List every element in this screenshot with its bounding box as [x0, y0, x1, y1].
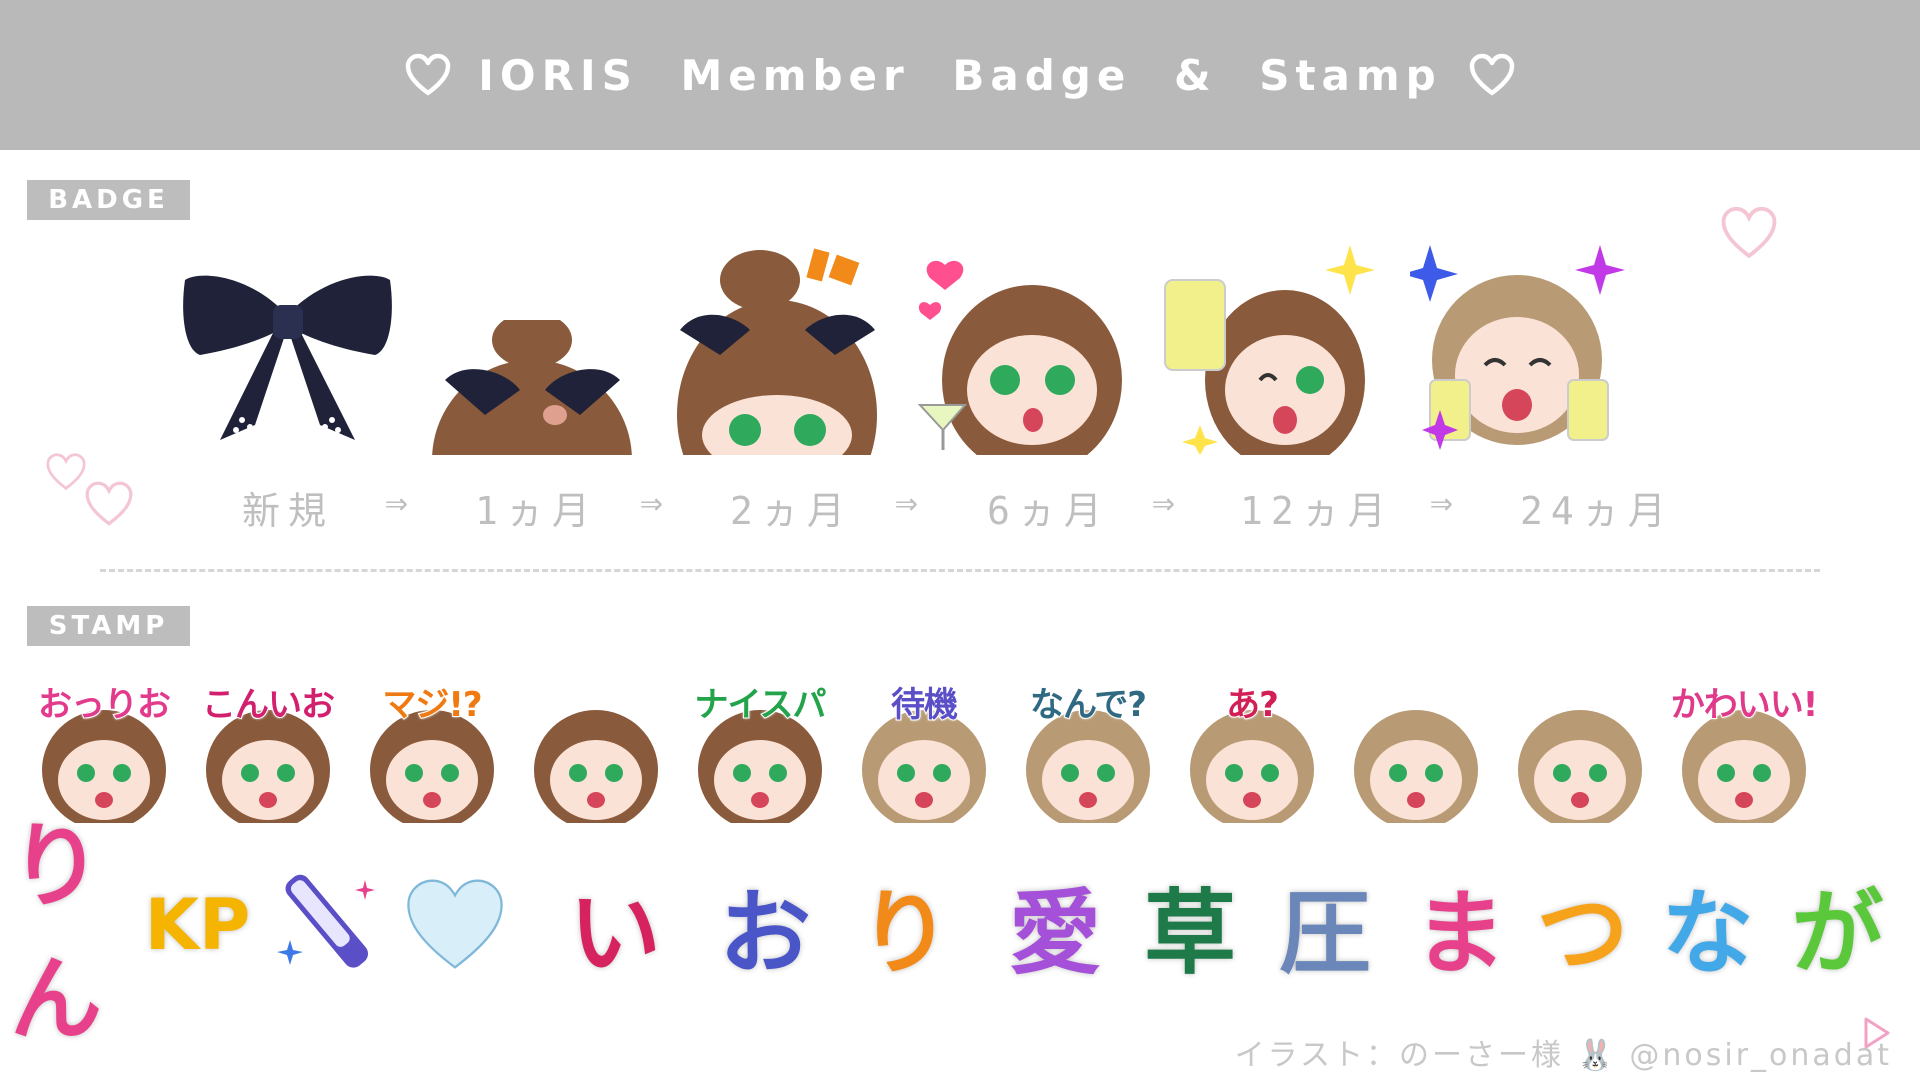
stamp-8: あ? [1178, 675, 1326, 823]
emote-text: 愛 [1006, 877, 1103, 989]
arrow-icon: ⇒ [1430, 480, 1461, 524]
emote-2: KP [135, 860, 260, 990]
stamp-6: 待機 [850, 675, 998, 823]
emote-11: ま [1405, 860, 1515, 990]
emote-13: な [1650, 860, 1765, 990]
badge-peek-2 [670, 240, 885, 455]
stamp-row: おっりお こんいお マジ!? ナイスパ 待機 なんで? あ? かわいい! [30, 675, 1900, 825]
penlight-icon [277, 874, 375, 968]
stamp-11: かわいい! [1670, 675, 1818, 823]
stamp-caption: おっりお [37, 684, 172, 726]
play-icon [1864, 1017, 1890, 1049]
emote-10: 圧 [1270, 860, 1380, 990]
badge-section-label: BADGE [27, 180, 190, 220]
emote-4 [400, 860, 510, 990]
emote-text: KP [142, 882, 253, 969]
stamp-caption: ナイスパ [694, 684, 828, 726]
deco-heart-icon [1721, 206, 1777, 259]
month-label: 1ヵ月 [475, 489, 598, 533]
month-label: 24ヵ月 [1520, 489, 1674, 533]
month-label: 新規 [242, 489, 335, 533]
arrow-icon: ⇒ [895, 480, 926, 524]
stamp-4 [522, 675, 670, 823]
stamp-caption: 待機 [890, 684, 959, 726]
emote-text: お [716, 877, 813, 989]
badge-bow [180, 255, 395, 455]
section-divider [100, 569, 1820, 572]
illustrator-credit: イラスト：のーさー様 🐰 @nosir_onadat [1234, 1038, 1892, 1073]
month-label: 2ヵ月 [730, 489, 853, 533]
bow-icon [183, 275, 392, 440]
emote-7: り [850, 860, 960, 990]
badge-martini [915, 240, 1130, 455]
stamp-caption: マジ!? [381, 684, 483, 726]
badge-peek-1 [425, 320, 640, 455]
emote-text: ま [1411, 877, 1508, 989]
emote-text: な [1659, 877, 1756, 989]
emote-text: 草 [1141, 877, 1238, 989]
stamp-caption: あ? [1225, 684, 1280, 726]
emote-1: りん [8, 811, 130, 1056]
stamp-section-label: STAMP [27, 606, 190, 646]
arrow-icon: ⇒ [640, 480, 671, 524]
stamp-10 [1506, 675, 1654, 823]
month-labels-row: 新規 ⇒ 1ヵ月 ⇒ 2ヵ月 ⇒ 6ヵ月 ⇒ 12ヵ月 ⇒ 24ヵ月 [200, 480, 1700, 540]
stamp-7: なんで? [1014, 675, 1162, 823]
badge-cheers [1160, 240, 1375, 455]
stamp-character-icon [1518, 710, 1642, 823]
emote-3 [270, 860, 390, 990]
stamp-9 [1342, 675, 1490, 823]
emote-9: 草 [1135, 860, 1245, 990]
stamp-character-icon [534, 710, 658, 823]
stamp-3: マジ!? [358, 675, 506, 823]
page-title: IORIS Member Badge & Stamp [478, 50, 1442, 100]
stamp-2: こんいお [194, 675, 342, 823]
page-header: IORIS Member Badge & Stamp [0, 0, 1920, 150]
heart-icon [404, 53, 452, 97]
emote-text: り [856, 877, 953, 989]
emote-text: りん [8, 811, 105, 1056]
emote-text: が [1789, 877, 1886, 989]
stamp-caption: なんで? [1029, 684, 1148, 726]
emote-12: つ [1525, 860, 1640, 990]
emote-5: い [560, 860, 670, 990]
emote-6: お [710, 860, 820, 990]
badge-double-cheers [1410, 240, 1625, 455]
emote-text: つ [1534, 877, 1631, 989]
emote-row: りん KP いおり愛草圧まつなが [0, 811, 1920, 1056]
emote-14: が [1780, 860, 1895, 990]
emote-text: い [566, 877, 663, 989]
emote-8: 愛 [1000, 860, 1110, 990]
stamp-5: ナイスパ [686, 675, 834, 823]
month-label: 12ヵ月 [1240, 489, 1394, 533]
stamp-caption: かわいい! [1670, 684, 1818, 726]
stamp-character-icon [1354, 710, 1478, 823]
emote-text: 圧 [1276, 877, 1373, 989]
month-label: 6ヵ月 [987, 489, 1110, 533]
badge-row [180, 240, 1720, 455]
stamp-caption: こんいお [201, 684, 336, 726]
deco-heart-icon [85, 481, 133, 526]
arrow-icon: ⇒ [1152, 480, 1183, 524]
light-blue-heart-icon [407, 879, 503, 969]
arrow-icon: ⇒ [385, 480, 416, 524]
heart-icon [1468, 53, 1516, 97]
